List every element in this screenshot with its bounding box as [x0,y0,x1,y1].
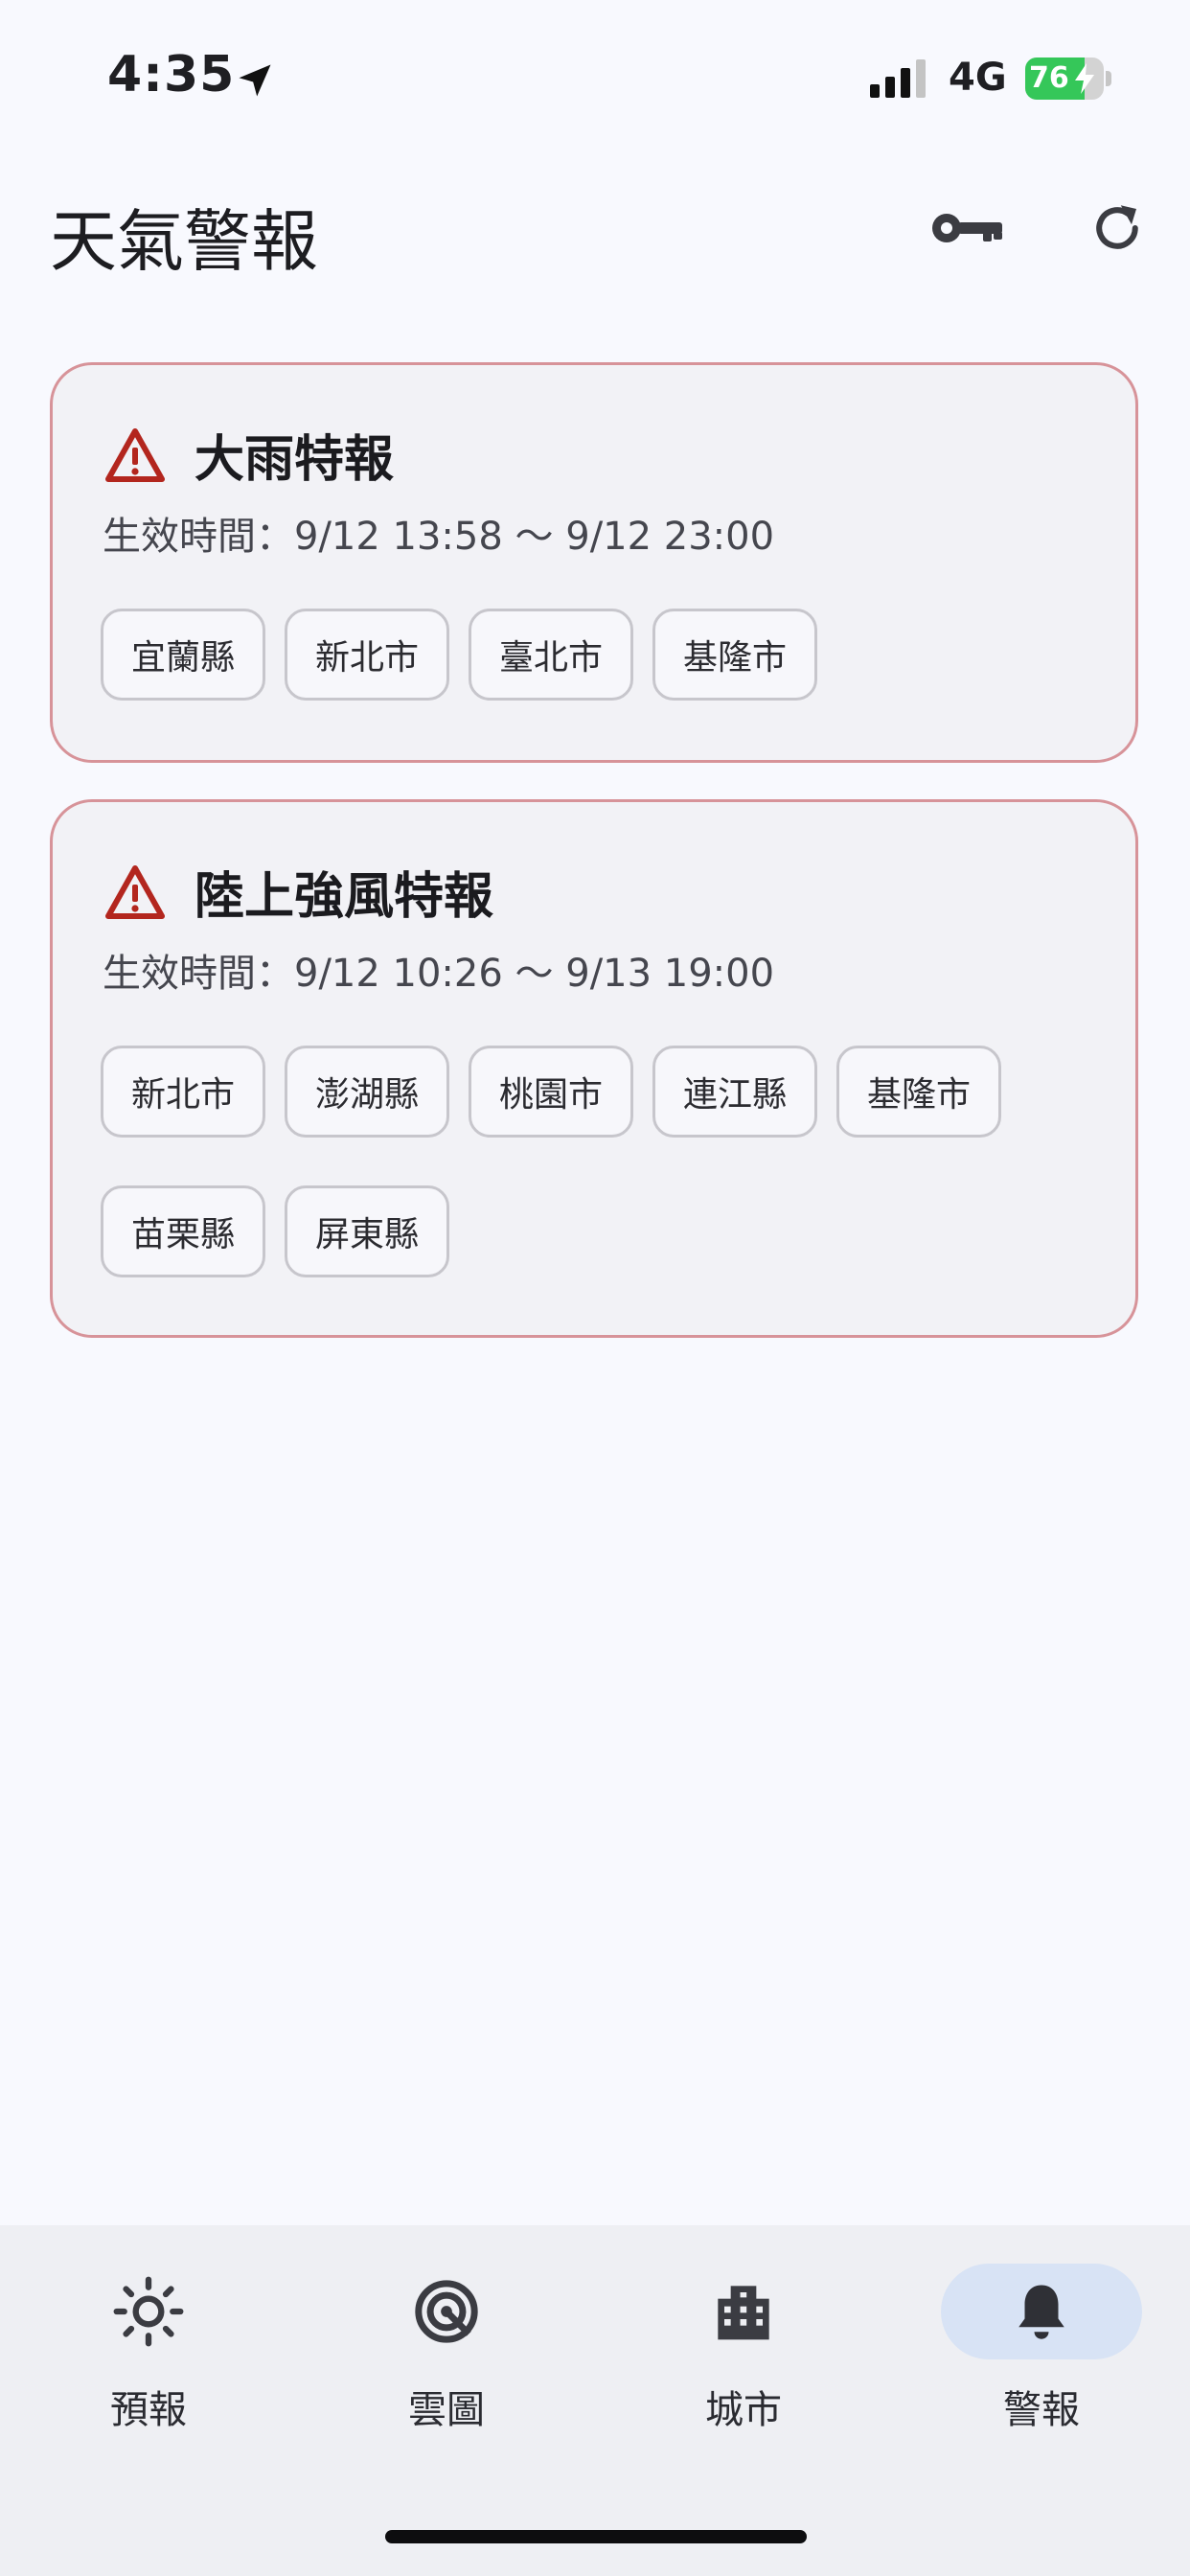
api-key-button[interactable] [922,182,1014,274]
warning-icon [105,864,165,919]
nav-label: 城市 [705,2388,782,2432]
area-tag[interactable]: 基隆市 [836,1046,1001,1138]
nav-item-forecast[interactable]: 預報 [48,2264,249,2446]
alert-title: 陸上強風特報 [195,868,494,926]
nav-label: 雲圖 [408,2388,485,2432]
alert-card[interactable]: 陸上強風特報 生效時間：9/12 10:26 ～ 9/13 19:00 新北市 … [50,799,1138,1338]
alert-title: 大雨特報 [195,431,395,489]
charging-bolt-icon [1075,63,1094,94]
area-tag[interactable]: 連江縣 [652,1046,817,1138]
nav-item-radar[interactable]: 雲圖 [346,2264,547,2446]
nav-label: 警報 [1003,2388,1080,2432]
area-tag[interactable]: 基隆市 [652,609,817,701]
home-indicator[interactable] [385,2530,807,2543]
nav-item-city[interactable]: 城市 [643,2264,844,2446]
alert-card[interactable]: 大雨特報 生效時間：9/12 13:58 ～ 9/12 23:00 宜蘭縣 新北… [50,362,1138,763]
area-tag[interactable]: 新北市 [101,1046,265,1138]
area-tag[interactable]: 澎湖縣 [285,1046,449,1138]
warning-icon [105,427,165,482]
alert-effective-time: 生效時間：9/12 10:26 ～ 9/13 19:00 [103,952,775,996]
refresh-icon [1096,205,1138,249]
sun-icon [113,2276,184,2347]
refresh-button[interactable] [1071,182,1163,274]
city-icon [718,2286,769,2340]
nav-label: 預報 [110,2388,187,2432]
status-time: 4:35 [107,46,236,104]
cellular-signal-icon [870,59,926,98]
area-tag[interactable]: 新北市 [285,609,449,701]
radar-icon [415,2280,478,2343]
bell-icon [1018,2285,1064,2339]
location-arrow-icon [239,64,271,97]
alert-effective-time: 生效時間：9/12 13:58 ～ 9/12 23:00 [103,515,775,559]
area-tag[interactable]: 臺北市 [469,609,633,701]
nav-item-alerts[interactable]: 警報 [941,2264,1142,2446]
area-tag[interactable]: 宜蘭縣 [101,609,265,701]
area-tag[interactable]: 苗栗縣 [101,1185,265,1277]
area-tag[interactable]: 屏東縣 [285,1185,449,1277]
battery-indicator: 76 [1025,58,1113,100]
bottom-navigation: 預報 雲圖 城市 警報 [0,2225,1190,2576]
key-icon [932,214,1002,242]
area-tag[interactable]: 桃園市 [469,1046,633,1138]
network-type: 4G [949,56,1007,100]
page-title: 天氣警報 [50,202,318,281]
status-bar: 4:35 4G 76 [0,0,1190,144]
